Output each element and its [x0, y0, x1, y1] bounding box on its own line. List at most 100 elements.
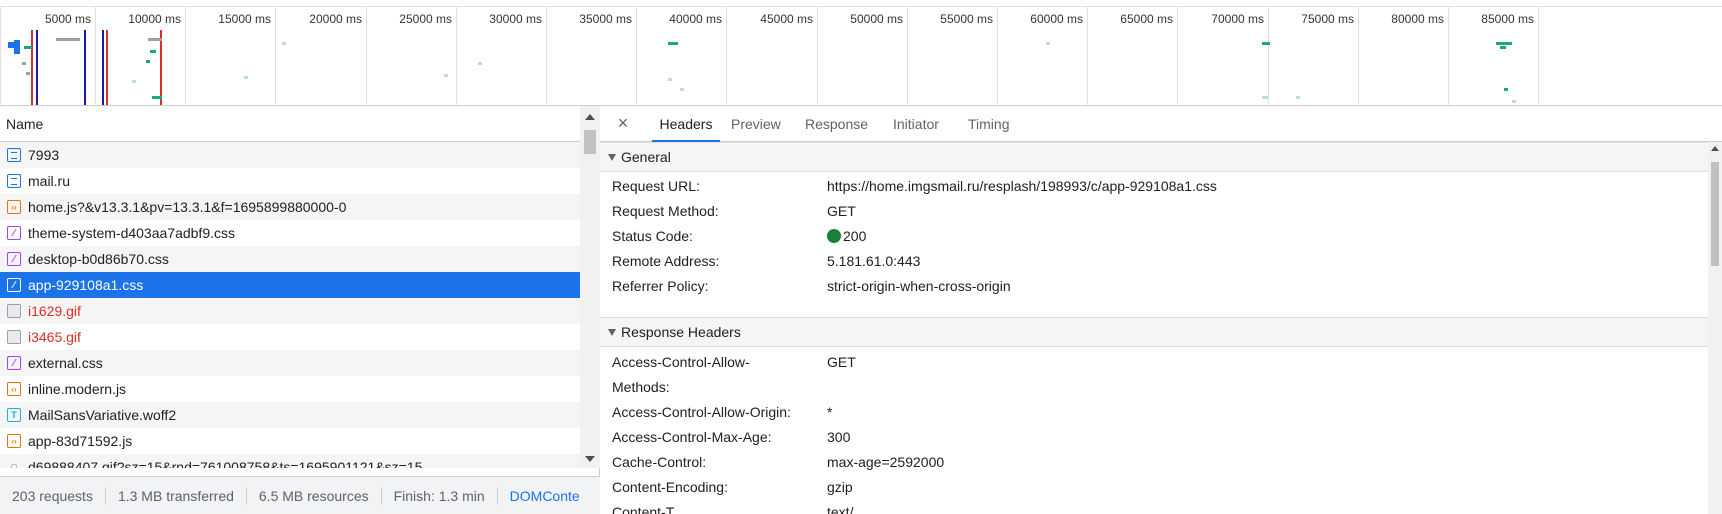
header-key: Access-Control-Max-Age:	[612, 429, 772, 445]
detail-tab-bar: × Headers Preview Response Initiator Tim…	[600, 106, 1722, 142]
overview-tick-label: 25000 ms	[399, 12, 452, 26]
font-file-icon: T	[7, 408, 21, 422]
waterfall-bar	[1504, 88, 1508, 91]
name-column-header[interactable]: Name	[0, 106, 580, 142]
waterfall-bar	[282, 42, 286, 45]
overview-tick-label: 20000 ms	[309, 12, 362, 26]
header-key-continued: Methods:	[612, 379, 670, 395]
style-file-icon: ⁄	[7, 278, 21, 292]
request-list-scrollbar[interactable]	[580, 106, 600, 468]
scroll-down-arrow-icon[interactable]	[585, 456, 595, 462]
close-icon[interactable]: ×	[614, 114, 632, 133]
overview-gridline	[1358, 6, 1359, 105]
waterfall-bar	[146, 60, 150, 63]
request-row[interactable]: ⁄ external.css	[0, 350, 580, 376]
script-file-icon: ‹›	[7, 200, 21, 214]
overview-gridline	[1268, 6, 1269, 105]
overview-gridline	[185, 6, 186, 105]
request-row[interactable]: ⁄ theme-system-d403aa7adbf9.css	[0, 220, 580, 246]
response-headers-section-header[interactable]: Response Headers	[600, 317, 1708, 347]
network-overview-timeline[interactable]: 5000 ms 10000 ms 15000 ms 20000 ms 25000 ms 3…	[0, 0, 1722, 106]
waterfall-bar	[680, 88, 684, 91]
waterfall-bar	[148, 38, 162, 41]
waterfall-bar	[478, 62, 482, 65]
header-key: Content-Encoding:	[612, 479, 728, 495]
waterfall-bar	[1046, 42, 1050, 45]
header-key: Access-Control-Allow-	[612, 354, 750, 370]
request-row[interactable]: ‹› app-83d71592.js	[0, 428, 580, 454]
tab-preview[interactable]: Preview	[731, 106, 781, 142]
overview-tick-label: 65000 ms	[1120, 12, 1173, 26]
tab-headers[interactable]: Headers	[652, 106, 720, 142]
overview-gridline	[636, 6, 637, 105]
request-detail-panel: × Headers Preview Response Initiator Tim…	[600, 106, 1722, 514]
overview-top-border	[0, 6, 1722, 7]
request-row[interactable]: ⁄ app-929108a1.css	[0, 272, 580, 298]
status-ok-dot-icon	[827, 229, 841, 243]
waterfall-bar	[14, 40, 20, 54]
tab-response[interactable]: Response	[805, 106, 868, 142]
waterfall-bar	[1496, 42, 1512, 45]
doc-file-icon	[7, 148, 21, 162]
detail-scrollbar[interactable]	[1708, 142, 1722, 514]
request-count: 203 requests	[0, 486, 106, 505]
headers-content: General Request URL: https://home.imgsma…	[600, 142, 1708, 514]
network-summary-bar: 203 requests 1.3 MB transferred 6.5 MB r…	[0, 476, 600, 514]
overview-tick-label: 5000 ms	[44, 12, 91, 26]
request-name: external.css	[28, 355, 103, 371]
request-name: desktop-b0d86b70.css	[28, 251, 169, 267]
overview-tick-label: 60000 ms	[1030, 12, 1083, 26]
overview-gridline	[726, 6, 727, 105]
dom-content-loaded-link[interactable]: DOMConte	[498, 487, 592, 505]
tab-initiator[interactable]: Initiator	[893, 106, 939, 142]
overview-tick-label: 40000 ms	[669, 12, 722, 26]
dom-content-loaded-marker-line	[36, 30, 38, 105]
waterfall-bar	[1262, 96, 1268, 99]
overview-gridline	[817, 6, 818, 105]
waterfall-bar	[668, 78, 672, 81]
overview-tick-label: 50000 ms	[850, 12, 903, 26]
scrollbar-thumb[interactable]	[1711, 162, 1719, 266]
tab-timing[interactable]: Timing	[968, 106, 1010, 142]
overview-gridline	[95, 6, 96, 105]
request-row[interactable]: i3465.gif	[0, 324, 580, 350]
scroll-up-arrow-icon[interactable]	[1711, 146, 1719, 151]
header-key: Request URL:	[612, 178, 700, 194]
header-key: Request Method:	[612, 203, 719, 219]
header-value: 300	[827, 429, 851, 445]
waterfall-bar	[26, 72, 30, 75]
request-name: 7993	[28, 147, 60, 163]
general-section-header[interactable]: General	[600, 142, 1708, 172]
request-row[interactable]: d69888407.gif?sz=15&rnd=761008758&ts=169…	[0, 454, 580, 468]
scroll-up-arrow-icon[interactable]	[585, 114, 595, 120]
script-file-icon: ‹›	[7, 382, 21, 396]
request-row[interactable]: 7993	[0, 142, 580, 168]
request-row[interactable]: ⁄ desktop-b0d86b70.css	[0, 246, 580, 272]
general-section-title: General	[621, 149, 671, 165]
expand-triangle-icon	[608, 153, 616, 161]
request-row[interactable]: i1629.gif	[0, 298, 580, 324]
waterfall-bar	[150, 50, 156, 53]
waterfall-bar	[56, 38, 80, 41]
response-headers-section-title: Response Headers	[621, 324, 741, 340]
request-row[interactable]: ‹› inline.modern.js	[0, 376, 580, 402]
scrollbar-thumb[interactable]	[584, 130, 596, 154]
request-row[interactable]: T MailSansVariative.woff2	[0, 402, 580, 428]
request-row[interactable]: ‹› home.js?&v13.3.1&pv=13.3.1&f=169589988…	[0, 194, 580, 220]
header-value: https://home.imgsmail.ru/resplash/198993…	[827, 178, 1217, 194]
waterfall-bar	[22, 62, 26, 65]
overview-gridline	[997, 6, 998, 105]
overview-gridline	[0, 6, 1, 105]
script-file-icon: ‹›	[7, 434, 21, 448]
request-name: inline.modern.js	[28, 381, 127, 397]
request-rows: 7993 mail.ru ‹› home.js?&v13.3.1&pv=13.3.1&…	[0, 142, 580, 468]
header-key: Content-T	[612, 504, 675, 514]
finish-time: Finish: 1.3 min	[382, 486, 498, 505]
header-value: 5.181.61.0:443	[827, 253, 921, 269]
load-marker-line	[160, 30, 162, 105]
waterfall-bar	[1296, 96, 1300, 99]
request-name: mail.ru	[28, 173, 71, 189]
request-name: home.js?&v13.3.1&pv=13.3.1&f=16958998800…	[28, 199, 347, 215]
request-row[interactable]: mail.ru	[0, 168, 580, 194]
overview-tick-label: 70000 ms	[1211, 12, 1264, 26]
